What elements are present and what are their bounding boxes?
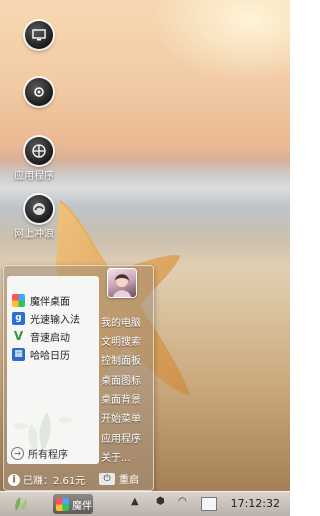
restart-button[interactable]: ⏻ 重启: [99, 471, 139, 486]
link-my-computer[interactable]: 我的电脑: [101, 314, 141, 329]
all-programs-label: 所有程序: [28, 450, 68, 461]
mobang-icon: [12, 293, 25, 307]
task-label: 魔伴: [72, 500, 92, 512]
arrow-right-icon: →: [11, 447, 24, 460]
fav-label: 魔伴桌面: [30, 296, 70, 308]
apps-icon[interactable]: [25, 137, 53, 165]
start-button[interactable]: [0, 494, 45, 514]
monitor-icon[interactable]: [25, 21, 53, 49]
link-desktop-background[interactable]: 桌面背景: [101, 391, 141, 406]
link-applications[interactable]: 应用程序: [101, 430, 141, 445]
start-menu-footer: i 已赚：2.61元 ⏻ 重启: [4, 468, 153, 490]
browser-icon[interactable]: [25, 195, 53, 223]
link-search[interactable]: 文明搜索: [101, 333, 141, 348]
antivirus-tray-icon[interactable]: ⬢: [156, 496, 165, 507]
fav-item-launcher[interactable]: V 音速启动: [12, 328, 70, 344]
fav-label: 光速输入法: [30, 314, 80, 326]
link-desktop-icons[interactable]: 桌面图标: [101, 372, 141, 387]
link-start-menu[interactable]: 开始菜单: [101, 410, 141, 425]
clock[interactable]: 17:12:32: [231, 497, 280, 510]
calendar-icon: ▦: [12, 347, 25, 361]
start-leaf-icon: [14, 497, 27, 511]
tray-expand-icon[interactable]: ▲: [131, 496, 139, 507]
earned-label: 已赚：2.61元: [23, 476, 86, 487]
settings-icon[interactable]: [25, 78, 53, 106]
all-programs-button[interactable]: → 所有程序: [11, 446, 68, 461]
power-icon: ⏻: [99, 472, 115, 485]
favorites-pane: 魔伴桌面 g 光速输入法 V 音速启动 ▦ 哈哈日历 → 所有程序: [7, 276, 99, 464]
battery-icon[interactable]: [201, 497, 217, 511]
browser-label[interactable]: 网上冲浪: [14, 225, 54, 240]
taskbar: 魔伴 ▲ ⬢ ◠ 17:12:32: [0, 491, 290, 516]
fav-item-mobang[interactable]: 魔伴桌面: [12, 292, 70, 308]
fav-label: 音速启动: [30, 332, 70, 344]
fav-item-calendar[interactable]: ▦ 哈哈日历: [12, 346, 70, 362]
fav-label: 哈哈日历: [30, 350, 70, 362]
start-menu: 魔伴桌面 g 光速输入法 V 音速启动 ▦ 哈哈日历 → 所有程序 我的电脑 文…: [3, 265, 154, 491]
mobang-task-icon: [56, 497, 69, 511]
restart-label: 重启: [119, 475, 139, 486]
wifi-icon[interactable]: ◠: [178, 496, 187, 507]
fav-item-input-method[interactable]: g 光速输入法: [12, 310, 80, 326]
earned-status: i 已赚：2.61元: [8, 472, 85, 487]
apps-label[interactable]: 应用程序: [14, 167, 54, 182]
taskbar-app-mobang[interactable]: 魔伴: [53, 494, 93, 514]
info-icon: i: [8, 473, 20, 486]
input-method-icon: g: [12, 311, 25, 325]
link-control-panel[interactable]: 控制面板: [101, 352, 141, 367]
launcher-icon: V: [13, 329, 24, 343]
user-avatar[interactable]: [108, 269, 136, 297]
link-about[interactable]: 关于...: [101, 449, 131, 464]
